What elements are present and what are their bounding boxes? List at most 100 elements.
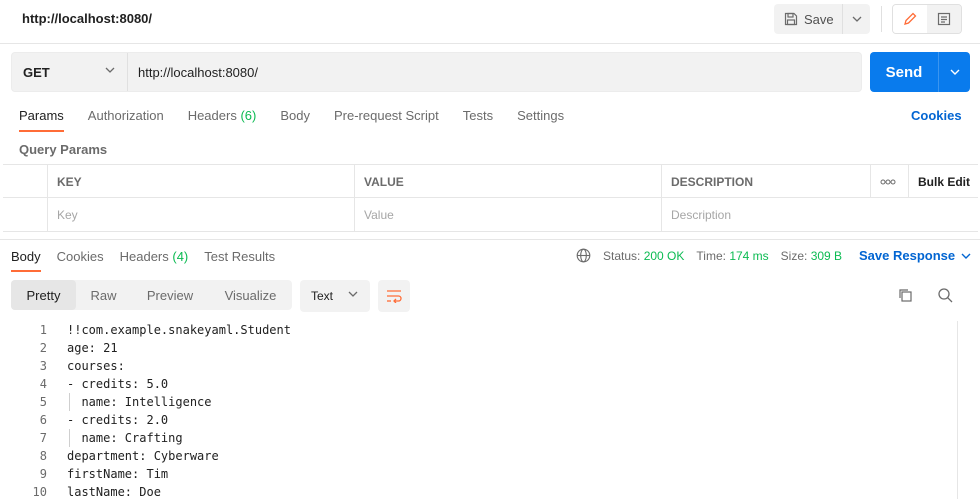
pencil-icon (904, 12, 917, 25)
search-icon[interactable] (937, 287, 953, 303)
response-tabs: Body Cookies Headers (4) Test Results (11, 249, 291, 272)
wrap-lines-button[interactable] (378, 280, 410, 312)
globe-icon[interactable] (576, 248, 591, 263)
column-header-value: VALUE (354, 165, 661, 198)
view-raw[interactable]: Raw (76, 280, 131, 310)
table-header-row: KEY VALUE DESCRIPTION Bulk Edit (3, 165, 978, 198)
line-number: 2 (39, 341, 47, 355)
status-label: Status: (603, 248, 641, 263)
time-value[interactable]: 174 ms (729, 249, 768, 263)
headers-count: (6) (240, 108, 257, 123)
checkbox-column-header (3, 165, 47, 198)
column-header-key: KEY (47, 165, 354, 198)
view-preview[interactable]: Preview (131, 280, 209, 310)
line-content: department: Cyberware (67, 449, 219, 463)
tab-label: Params (19, 108, 64, 123)
response-body-editor[interactable]: 1 !!com.example.snakeyaml.Student 2 age: 2… (0, 321, 970, 499)
line-number: 4 (39, 377, 47, 391)
line-content: age: 21 (67, 341, 118, 355)
code-line: 8 department: Cyberware (0, 447, 970, 465)
save-response-label: Save Response (859, 248, 956, 263)
cookies-link[interactable]: Cookies (911, 108, 962, 123)
tab-tests[interactable]: Tests (463, 108, 493, 132)
tab-pre-request-script[interactable]: Pre-request Script (334, 108, 439, 132)
tab-label: Tests (462, 108, 494, 123)
request-tab-title: http://localhost:8080/ (22, 11, 153, 26)
tab-label: Body (280, 108, 310, 123)
code-line: 2 age: 21 (0, 339, 970, 357)
tab-headers[interactable]: Headers (6) (188, 108, 257, 132)
view-pretty[interactable]: Pretty (11, 280, 76, 310)
description-input[interactable]: Description (661, 198, 978, 231)
row-checkbox-cell (3, 198, 47, 231)
code-line: 3 courses: (0, 357, 970, 375)
format-select[interactable]: Text (300, 280, 370, 312)
tab-label: Authorization (87, 108, 164, 123)
response-tab-cookies[interactable]: Cookies (57, 249, 104, 264)
value-input[interactable]: Value (354, 198, 661, 231)
line-number: 7 (39, 431, 47, 445)
send-options-button[interactable] (938, 52, 970, 92)
method-select[interactable]: GET (12, 53, 128, 91)
copy-icon[interactable] (897, 287, 913, 303)
response-tab-body[interactable]: Body (11, 249, 41, 272)
response-meta: Status: 200 OK Time: 174 ms Size: 309 B (576, 248, 842, 263)
url-input[interactable]: http://localhost:8080/ (138, 65, 258, 80)
tab-authorization[interactable]: Authorization (88, 108, 164, 132)
save-options-button[interactable] (842, 4, 870, 34)
edit-mode-button[interactable] (893, 5, 927, 33)
wrap-lines-icon (387, 290, 402, 303)
toolbar-divider (881, 6, 882, 32)
method-value: GET (23, 64, 50, 80)
code-line: 6 - credits: 2.0 (0, 411, 970, 429)
key-input[interactable]: Key (47, 198, 354, 231)
query-params-table: KEY VALUE DESCRIPTION Bulk Edit Key Valu… (3, 164, 978, 232)
response-headers-count: (4) (172, 249, 189, 264)
response-tab-headers[interactable]: Headers (4) (120, 249, 189, 264)
save-button-label: Save (804, 11, 834, 27)
response-tab-test-results[interactable]: Test Results (204, 249, 275, 264)
chevron-down-icon (105, 67, 115, 73)
view-visualize[interactable]: Visualize (209, 280, 292, 310)
response-divider (0, 239, 980, 240)
tab-body[interactable]: Body (280, 108, 310, 132)
line-content: courses: (67, 359, 125, 373)
request-tab-header: http://localhost:8080/ Save (0, 0, 980, 44)
line-content: name: Crafting (67, 431, 183, 445)
status-value[interactable]: 200 OK (644, 249, 685, 263)
line-number: 3 (39, 359, 47, 373)
line-content: firstName: Tim (67, 467, 169, 481)
line-content: - credits: 2.0 (67, 413, 169, 427)
size-label: Size: (780, 248, 808, 263)
tab-label: Test Results (204, 249, 276, 264)
save-button[interactable]: Save (774, 4, 842, 34)
line-content: lastName: Doe (67, 485, 161, 499)
tab-params[interactable]: Params (19, 108, 64, 132)
tab-label: Body (11, 249, 41, 264)
save-icon (784, 12, 798, 26)
size-value[interactable]: 309 B (811, 249, 842, 263)
response-view-selector: Pretty Raw Preview Visualize (11, 280, 292, 310)
vertical-scrollbar[interactable] (957, 321, 970, 499)
query-params-title: Query Params (19, 142, 108, 157)
send-button-group: Send (870, 52, 970, 92)
save-response-button[interactable]: Save Response (859, 248, 971, 263)
format-value: Text (311, 289, 334, 303)
tab-label: Cookies (56, 249, 104, 264)
line-number: 1 (39, 323, 47, 337)
send-button[interactable]: Send (870, 52, 938, 92)
column-header-description: DESCRIPTION (661, 165, 870, 198)
request-tabs: Params Authorization Headers (6) Body Pr… (19, 108, 588, 132)
tab-label: Settings (517, 108, 565, 123)
code-line: 7 name: Crafting (0, 429, 970, 447)
request-url-bar: GET http://localhost:8080/ (11, 52, 862, 92)
tab-label: Pre-request Script (333, 108, 439, 123)
code-line: 5 name: Intelligence (0, 393, 970, 411)
more-options-button[interactable] (870, 165, 908, 198)
documentation-mode-button[interactable] (927, 5, 961, 33)
tab-settings[interactable]: Settings (517, 108, 564, 132)
document-icon (937, 12, 951, 26)
line-number: 10 (32, 485, 47, 499)
bulk-edit-button[interactable]: Bulk Edit (908, 165, 978, 198)
line-number: 5 (39, 395, 47, 409)
